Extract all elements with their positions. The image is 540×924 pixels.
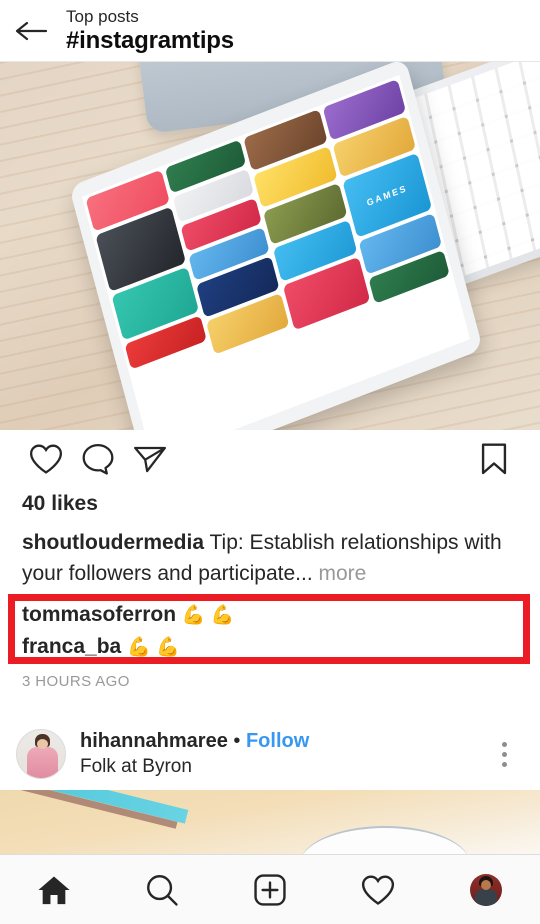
- add-post-icon: [254, 873, 286, 906]
- post-timestamp: 3 HOURS AGO: [22, 673, 130, 690]
- profile-avatar-face: [481, 879, 491, 890]
- comment-button[interactable]: [72, 433, 124, 485]
- app-header: Top posts #instagramtips: [0, 0, 540, 62]
- instagram-hashtag-feed-screen: Top posts #instagramtips GAMES 40 likes …: [0, 0, 540, 924]
- profile-avatar-body: [475, 888, 497, 906]
- heart-icon: [29, 444, 63, 474]
- search-icon: [147, 874, 178, 906]
- bottom-navigation-bar: [0, 854, 540, 924]
- back-arrow-icon: [15, 21, 48, 40]
- avatar-face-shape: [37, 739, 48, 749]
- profile-avatar-icon: [470, 873, 502, 906]
- share-button[interactable]: [124, 433, 176, 485]
- nav-profile[interactable]: [446, 855, 526, 924]
- more-options-button[interactable]: [484, 726, 524, 782]
- send-paper-plane-icon: [133, 446, 167, 473]
- nav-home[interactable]: [14, 855, 94, 924]
- avatar-body-shape: [27, 747, 58, 778]
- comment-list: tommasoferron 💪 💪 franca_ba 💪 💪: [22, 599, 502, 663]
- caption-more-link[interactable]: more: [319, 562, 367, 585]
- heart-icon: [361, 874, 395, 905]
- list-item[interactable]: tommasoferron 💪 💪: [22, 599, 502, 631]
- page-title: #instagramtips: [66, 27, 234, 54]
- next-post-location[interactable]: Folk at Byron: [80, 754, 309, 780]
- nav-add-post[interactable]: [230, 855, 310, 924]
- bookmark-icon: [481, 443, 507, 475]
- comment-text: 💪 💪: [127, 637, 180, 658]
- list-item[interactable]: franca_ba 💪 💪: [22, 631, 502, 663]
- bowl-shape: [300, 826, 470, 854]
- header-title-group: Top posts #instagramtips: [66, 6, 234, 55]
- save-button[interactable]: [468, 433, 520, 485]
- next-post-username[interactable]: hihannahmaree: [80, 730, 228, 752]
- more-options-icon: [501, 761, 507, 767]
- comment-text: 💪 💪: [181, 605, 235, 626]
- next-post-name-row: hihannahmaree • Follow: [80, 728, 309, 754]
- nav-activity[interactable]: [338, 855, 418, 924]
- like-button[interactable]: [20, 433, 72, 485]
- header-kicker: Top posts: [66, 7, 139, 26]
- post-caption: shoutloudermedia Tip: Establish relation…: [22, 527, 518, 589]
- more-options-icon: [501, 741, 507, 747]
- next-post-header-text: hihannahmaree • Follow Folk at Byron: [80, 728, 309, 780]
- more-options-icon: [501, 751, 507, 757]
- avatar[interactable]: [16, 729, 66, 779]
- home-icon: [38, 876, 70, 904]
- comment-username[interactable]: franca_ba: [22, 635, 121, 658]
- back-button[interactable]: [0, 0, 62, 62]
- post-action-bar: [0, 430, 540, 488]
- next-post-header: hihannahmaree • Follow Folk at Byron: [0, 718, 540, 790]
- caption-username[interactable]: shoutloudermedia: [22, 531, 204, 554]
- follow-button[interactable]: Follow: [246, 730, 309, 752]
- nav-search[interactable]: [122, 855, 202, 924]
- post-image[interactable]: GAMES: [0, 62, 540, 430]
- next-post-image[interactable]: [0, 790, 540, 854]
- separator-dot: •: [233, 730, 241, 752]
- comment-bubble-icon: [82, 443, 114, 475]
- comment-username[interactable]: tommasoferron: [22, 603, 176, 626]
- like-count[interactable]: 40 likes: [22, 492, 98, 516]
